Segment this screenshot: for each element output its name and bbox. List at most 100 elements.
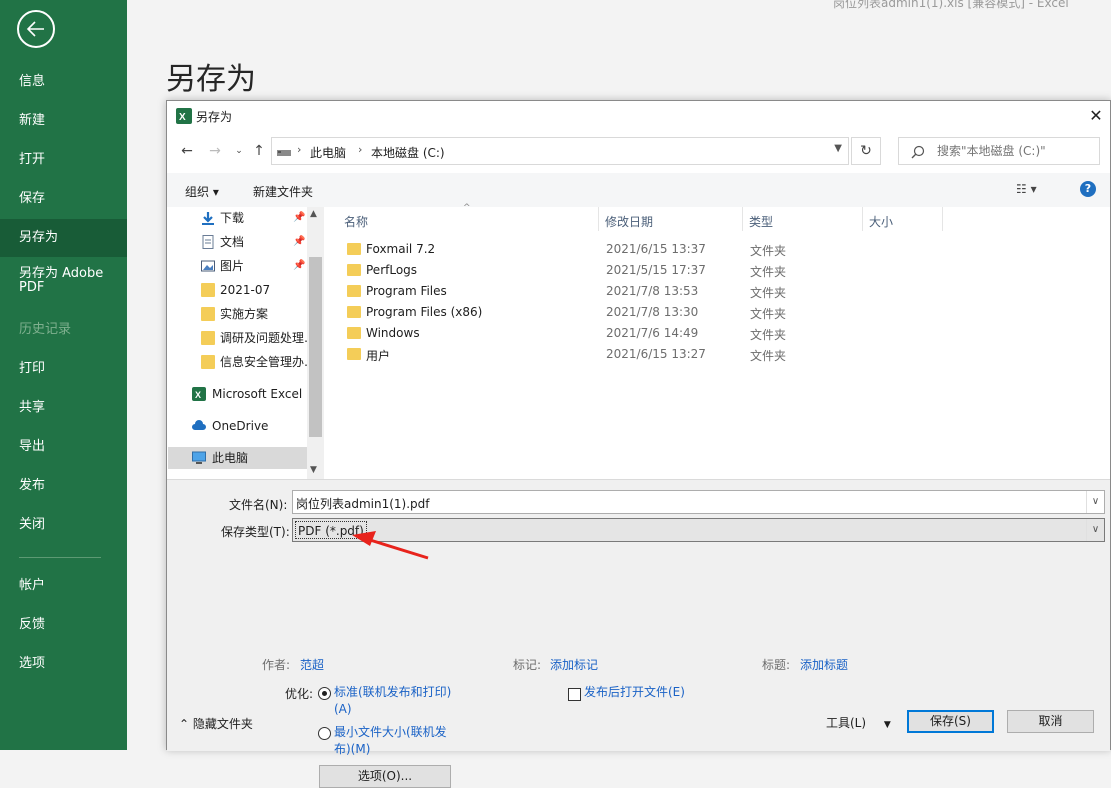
nav-item-label: 实施方案 (220, 307, 269, 321)
search-box[interactable] (898, 137, 1100, 165)
organize-button[interactable]: 组织 ▾ (185, 183, 219, 200)
nav-item-folder[interactable]: 2021-07 (168, 279, 307, 301)
file-list: ^ 名称 修改日期 类型 大小 Foxmail 7.2 2021/6/15 13… (327, 203, 1111, 479)
file-row[interactable]: Foxmail 7.2 2021/6/15 13:37 文件夹 (341, 239, 1041, 260)
column-header-date[interactable]: 修改日期 (605, 213, 653, 230)
optimize-minimum-radio[interactable] (318, 727, 331, 740)
refresh-icon[interactable]: ↻ (851, 137, 881, 165)
options-button[interactable]: 选项(O)... (319, 765, 451, 788)
file-type: 文件夹 (750, 286, 787, 300)
optimize-label: 优化: (285, 687, 314, 701)
chevron-down-icon[interactable]: ∨ (1086, 519, 1104, 541)
nav-item-this-pc[interactable]: 此电脑 (168, 447, 307, 469)
file-row[interactable]: Windows 2021/7/6 14:49 文件夹 (341, 323, 1041, 344)
save-button[interactable]: 保存(S) (907, 710, 994, 733)
column-header-name[interactable]: 名称 (344, 213, 368, 230)
scroll-down-icon[interactable]: ▼ (310, 465, 317, 475)
optimize-standard-radio[interactable] (318, 687, 331, 700)
filetype-select[interactable]: PDF (*.pdf) ∨ (292, 518, 1105, 542)
menu-share[interactable]: 共享 (0, 389, 127, 427)
file-row[interactable]: 用户 2021/6/15 13:27 文件夹 (341, 344, 1041, 365)
menu-options[interactable]: 选项 (0, 645, 127, 683)
pin-icon[interactable]: 📌 (293, 255, 305, 277)
scrollbar-thumb[interactable] (309, 257, 322, 437)
scroll-up-icon[interactable]: ▲ (310, 209, 317, 219)
close-icon[interactable]: ✕ (1082, 103, 1110, 129)
cancel-button[interactable]: 取消 (1007, 710, 1094, 733)
file-row[interactable]: Program Files 2021/7/8 13:53 文件夹 (341, 281, 1041, 302)
folder-icon (201, 283, 215, 297)
navigation-scrollbar[interactable]: ▲ ▼ (307, 207, 324, 479)
pin-icon[interactable]: 📌 (293, 231, 305, 253)
column-divider[interactable] (598, 207, 599, 231)
menu-open[interactable]: 打开 (0, 141, 127, 179)
nav-item-documents[interactable]: 文档 📌 (168, 231, 307, 253)
open-after-publish-checkbox[interactable] (568, 688, 581, 701)
file-row[interactable]: Program Files (x86) 2021/7/8 13:30 文件夹 (341, 302, 1041, 323)
nav-item-onedrive[interactable]: OneDrive (168, 415, 307, 437)
view-options-icon[interactable]: ☷ ▾ (1016, 182, 1037, 196)
file-type: 文件夹 (750, 328, 787, 342)
folder-icon (201, 307, 215, 321)
optimize-standard-label[interactable]: 标准(联机发布和打印) (334, 684, 451, 701)
menu-save-as-adobe-pdf[interactable]: 另存为 Adobe PDF (0, 262, 110, 302)
optimize-standard-key[interactable]: (A) (334, 701, 352, 718)
menu-publish[interactable]: 发布 (0, 467, 127, 505)
tags-label: 标记: (513, 658, 542, 672)
filename-field[interactable]: 岗位列表admin1(1).pdf ∨ (292, 490, 1105, 514)
nav-item-label: 此电脑 (212, 451, 249, 465)
folder-icon (347, 285, 361, 297)
column-header-type[interactable]: 类型 (749, 213, 773, 230)
nav-item-folder[interactable]: 调研及问题处理… (168, 327, 307, 349)
back-arrow-icon[interactable]: ← (177, 141, 197, 161)
search-input[interactable] (937, 142, 1097, 160)
column-divider[interactable] (862, 207, 863, 231)
filename-label: 文件名(N): (229, 498, 288, 512)
menu-save-as[interactable]: 另存为 (0, 219, 127, 257)
forward-arrow-icon[interactable]: → (205, 141, 225, 161)
nav-item-folder[interactable]: 实施方案 (168, 303, 307, 325)
column-header-size[interactable]: 大小 (869, 213, 893, 230)
nav-item-label: Microsoft Excel (212, 387, 303, 401)
pin-icon[interactable]: 📌 (293, 207, 305, 229)
back-button[interactable] (17, 10, 55, 48)
add-tags-link[interactable]: 添加标记 (550, 656, 598, 673)
help-icon[interactable]: ? (1080, 181, 1096, 197)
menu-close[interactable]: 关闭 (0, 506, 127, 544)
navigation-bar: ← → ⌄ ↑ › 此电脑 › 本地磁盘 (C:) ▼ ↻ (167, 135, 1110, 167)
up-arrow-icon[interactable]: ↑ (249, 141, 269, 161)
breadcrumb-this-pc[interactable]: 此电脑 (310, 144, 346, 161)
address-bar[interactable]: › 此电脑 › 本地磁盘 (C:) ▼ (271, 137, 849, 165)
nav-item-folder[interactable]: 信息安全管理办… (168, 351, 307, 373)
menu-feedback[interactable]: 反馈 (0, 606, 127, 644)
menu-export[interactable]: 导出 (0, 428, 127, 466)
add-title-link[interactable]: 添加标题 (800, 656, 848, 673)
new-folder-button[interactable]: 新建文件夹 (253, 183, 313, 200)
nav-item-downloads[interactable]: 下载 📌 (168, 207, 307, 229)
folder-icon (347, 327, 361, 339)
chevron-down-icon[interactable]: ∨ (1086, 491, 1104, 513)
window-title: 岗位列表admin1(1).xls [兼容模式] - Excel (833, 0, 1069, 10)
menu-account[interactable]: 帐户 (0, 567, 127, 605)
column-divider[interactable] (742, 207, 743, 231)
nav-item-pictures[interactable]: 图片 📌 (168, 255, 307, 277)
file-row[interactable]: PerfLogs 2021/5/15 17:37 文件夹 (341, 260, 1041, 281)
menu-print[interactable]: 打印 (0, 350, 127, 388)
author-value[interactable]: 范超 (300, 656, 324, 673)
menu-save[interactable]: 保存 (0, 180, 127, 218)
breadcrumb-local-disk[interactable]: 本地磁盘 (C:) (371, 144, 445, 161)
chevron-down-icon[interactable]: ▼ (834, 143, 842, 154)
open-after-publish-label[interactable]: 发布后打开文件(E) (584, 684, 685, 701)
filetype-value: PDF (*.pdf) (295, 521, 367, 539)
nav-item-microsoft-excel[interactable]: X Microsoft Excel (168, 383, 307, 405)
hide-folders-toggle[interactable]: ⌃ 隐藏文件夹 (179, 715, 253, 732)
tools-button[interactable]: 工具(L) ▼ (826, 714, 891, 731)
menu-info[interactable]: 信息 (0, 63, 127, 101)
menu-new[interactable]: 新建 (0, 102, 127, 140)
file-date: 2021/7/8 13:30 (606, 305, 699, 319)
tools-label: 工具(L) (826, 716, 867, 730)
recent-locations-chevron-icon[interactable]: ⌄ (229, 141, 249, 161)
menu-history: 历史记录 (19, 322, 72, 337)
optimize-minimum-label[interactable]: 最小文件大小(联机发 (334, 724, 447, 741)
column-divider[interactable] (942, 207, 943, 231)
